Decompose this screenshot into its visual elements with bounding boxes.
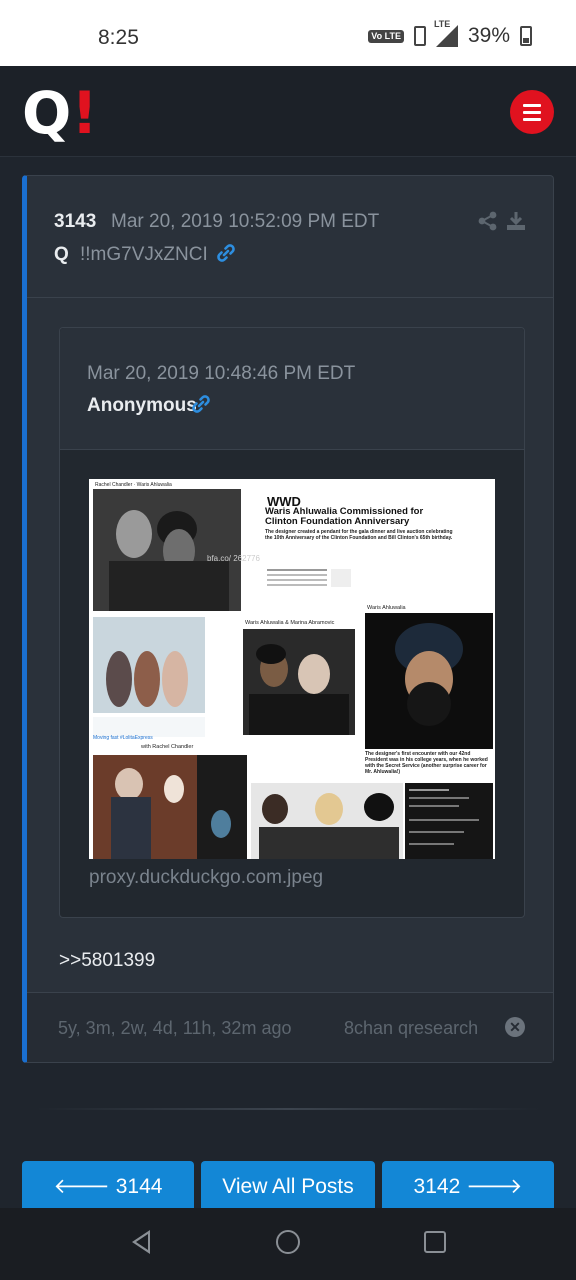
back-icon[interactable] xyxy=(132,1230,150,1254)
signal-icon: LTE xyxy=(434,19,458,47)
post-date: Mar 20, 2019 10:52:09 PM EDT xyxy=(111,211,380,232)
post-number[interactable]: 3143 xyxy=(54,211,96,233)
collage-label-marina: Waris Ahluwalia & Marina Abramovic xyxy=(245,620,335,626)
status-icons: Vo LTE LTE 39% xyxy=(368,19,532,48)
hamburger-icon-line xyxy=(523,103,541,107)
status-bar: 8:25 Vo LTE LTE 39% xyxy=(0,0,576,66)
post-tripcode: !!mG7VJxZNCI xyxy=(80,244,208,265)
collage-moving-fast: Moving fast #LolitaExpress xyxy=(93,735,153,741)
post-header: 3143 Mar 20, 2019 10:52:09 PM EDT Q !!mG… xyxy=(27,176,553,298)
post-footer: 5y, 3m, 2w, 4d, 11h, 32m ago 8chan qrese… xyxy=(27,992,553,1062)
hamburger-icon-line xyxy=(523,117,541,121)
logo-q: Q xyxy=(22,79,72,147)
post-age: 5y, 3m, 2w, 4d, 11h, 32m ago xyxy=(58,1018,292,1038)
lte-label: LTE xyxy=(433,19,451,29)
next-post-label: 3142 xyxy=(413,1175,461,1198)
collage-label-rachel: with Rachel Chandler xyxy=(140,744,193,750)
vibrate-icon xyxy=(413,26,426,46)
next-post-button[interactable]: 3142 🡒 xyxy=(382,1161,554,1208)
quoted-post-name: Anonymous xyxy=(87,395,197,416)
close-icon[interactable]: ✕ xyxy=(505,1017,525,1037)
quoted-post-date: Mar 20, 2019 10:48:46 PM EDT xyxy=(87,363,356,384)
arrow-left-icon: 🡐 xyxy=(53,1175,110,1198)
secret-service-box: The designer's first encounter with our … xyxy=(365,751,488,775)
status-time: 8:25 xyxy=(98,26,139,49)
battery-percent: 39% xyxy=(467,24,510,47)
volte-icon: Vo LTE xyxy=(368,29,404,43)
post-source: 8chan qresearch xyxy=(344,1018,479,1038)
prev-post-button[interactable]: 🡐 3144 xyxy=(22,1161,194,1208)
volte-label: Vo LTE xyxy=(371,30,401,41)
collage-headline-box: Waris Ahluwalia Commissioned for Clinton… xyxy=(265,507,453,541)
post-author: Q xyxy=(54,244,69,265)
recent-apps-icon[interactable] xyxy=(424,1231,446,1253)
view-all-posts-button[interactable]: View All Posts xyxy=(201,1161,375,1208)
collage-overlay-text: bfa.co/ 262776 xyxy=(207,554,260,563)
download-icon[interactable] xyxy=(505,210,527,232)
collage-label-waris: Waris Ahluwalia xyxy=(367,605,407,611)
collage-headline: Waris Ahluwalia Commissioned for Clinton… xyxy=(265,507,424,527)
arrow-right-icon: 🡒 xyxy=(466,1175,523,1198)
hamburger-icon-line xyxy=(523,110,541,114)
image-filename[interactable]: proxy.duckduckgo.com.jpeg xyxy=(89,867,323,889)
battery-icon xyxy=(520,26,532,46)
quoted-post-header: Mar 20, 2019 10:48:46 PM EDT Anonymous xyxy=(60,328,524,450)
link-icon[interactable] xyxy=(191,394,211,414)
app-header: Q! xyxy=(0,66,576,157)
post-card: 3143 Mar 20, 2019 10:52:09 PM EDT Q !!mG… xyxy=(22,175,554,1063)
divider xyxy=(36,1108,540,1110)
home-icon[interactable] xyxy=(276,1230,300,1254)
post-reference-link[interactable]: >>5801399 xyxy=(59,950,155,972)
collage-subhead: The designer created a pendant for the g… xyxy=(265,529,453,541)
menu-button[interactable] xyxy=(510,90,554,134)
quoted-post: Mar 20, 2019 10:48:46 PM EDT Anonymous R… xyxy=(59,327,525,918)
link-icon[interactable] xyxy=(216,243,236,263)
share-icon[interactable] xyxy=(477,210,499,232)
q-logo[interactable]: Q! xyxy=(22,84,98,142)
logo-exclamation: ! xyxy=(71,79,98,147)
collage-header-names: Rachel Chandler · Waris Ahluwalia xyxy=(95,482,172,488)
prev-post-label: 3144 xyxy=(115,1175,163,1198)
system-nav-bar xyxy=(0,1208,576,1280)
collage-secret-service: The designer's first encounter with our … xyxy=(365,751,488,775)
collage-image[interactable]: Rachel Chandler · Waris Ahluwalia bfa.co… xyxy=(89,479,495,859)
